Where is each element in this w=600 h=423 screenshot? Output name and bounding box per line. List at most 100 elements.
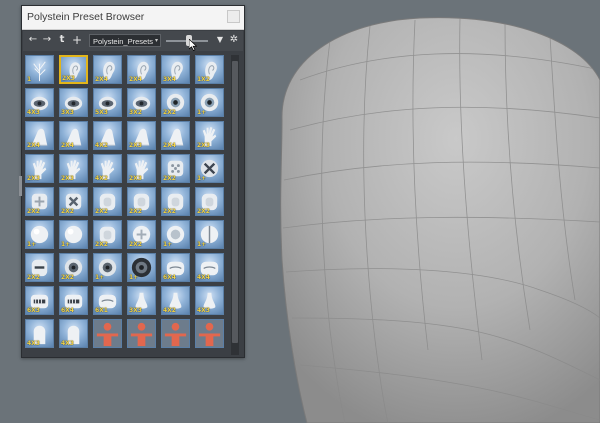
preset-tile[interactable]: 2X4: [161, 121, 190, 150]
preset-size-label: 2X3: [129, 142, 142, 149]
vertical-scrollbar[interactable]: [231, 55, 239, 355]
preset-tile[interactable]: 3X4: [161, 55, 190, 84]
preset-tile[interactable]: 1X2: [195, 55, 224, 84]
preset-tile[interactable]: 2X2: [195, 187, 224, 216]
preset-tile[interactable]: 3X2: [127, 88, 156, 117]
filter-icon[interactable]: ▼: [214, 34, 226, 46]
preset-tile[interactable]: 1+: [59, 220, 88, 249]
preset-size-label: 4X4: [197, 274, 210, 281]
preset-tile[interactable]: 5X3: [93, 88, 122, 117]
preset-tile[interactable]: 2X2: [59, 187, 88, 216]
preset-tile[interactable]: 2X2: [93, 220, 122, 249]
preset-tile[interactable]: 1+: [161, 220, 190, 249]
preset-tile[interactable]: [127, 319, 156, 348]
preset-size-label: 2X2: [163, 109, 176, 116]
preset-tile[interactable]: 4X4: [195, 253, 224, 282]
preset-size-label: 4X3: [27, 109, 40, 116]
preset-tile[interactable]: 2X4: [93, 55, 122, 84]
preset-tile[interactable]: 2X3: [195, 121, 224, 150]
preset-size-label: 4X2: [163, 307, 176, 314]
preset-size-label: 1+: [129, 274, 139, 281]
preset-tile[interactable]: 2X4: [59, 121, 88, 150]
preset-size-label: 2X2: [129, 208, 142, 215]
preset-size-label: 2X3: [129, 175, 142, 182]
preset-tile[interactable]: 6X3: [25, 286, 54, 315]
preset-size-label: 6X1: [95, 307, 108, 314]
preset-tile[interactable]: 4X3: [59, 319, 88, 348]
preset-tile[interactable]: 2X2: [25, 187, 54, 216]
preset-tile[interactable]: 4X3: [195, 286, 224, 315]
preset-size-label: 1: [27, 76, 32, 83]
preset-tile[interactable]: 1+: [93, 253, 122, 282]
preset-tile[interactable]: 2X2: [127, 220, 156, 249]
preset-tile[interactable]: 2X2: [93, 187, 122, 216]
preset-tile[interactable]: 1: [25, 55, 54, 84]
preset-size-label: 6X4: [61, 307, 74, 314]
preset-tile[interactable]: 2X3: [59, 55, 88, 84]
preset-browser-window[interactable]: Polystein Preset Browser ← → t + Polyste…: [19, 5, 245, 358]
preset-tile[interactable]: 3X3: [59, 88, 88, 117]
preset-size-label: 2X3: [62, 75, 75, 82]
preset-size-label: 2X4: [27, 142, 40, 149]
preset-size-label: 3X3: [129, 307, 142, 314]
preset-size-label: 2X2: [61, 208, 74, 215]
preset-tile[interactable]: 4X3: [25, 88, 54, 117]
settings-icon[interactable]: ✲: [228, 34, 240, 46]
parent-folder-icon[interactable]: t: [56, 34, 68, 46]
preset-tile[interactable]: 3X3: [127, 286, 156, 315]
preset-tile[interactable]: [93, 319, 122, 348]
preset-size-label: 1+: [95, 274, 105, 281]
preset-tile[interactable]: 2X3: [25, 154, 54, 183]
preset-tile[interactable]: 2X2: [25, 253, 54, 282]
preset-tile[interactable]: 6X4: [161, 253, 190, 282]
head-mesh[interactable]: [280, 17, 600, 423]
preset-tile[interactable]: 2X2: [127, 187, 156, 216]
preset-folder-value: Polystein_Presets: [93, 37, 154, 46]
preset-tile[interactable]: 2X2: [161, 187, 190, 216]
figure-icon: [128, 320, 155, 347]
panel-resize-grip[interactable]: [19, 176, 22, 196]
preset-grid: 1 2X3 2X4 2X4 3X4 1X2 4X3 3X3 5X3 3X2 2X2 1+ 2X4 2X4 4…: [25, 55, 229, 355]
preset-tile[interactable]: 2X3: [127, 121, 156, 150]
preset-size-label: 2X2: [197, 208, 210, 215]
preset-tile[interactable]: 2X4: [25, 121, 54, 150]
preset-size-label: 3X4: [163, 76, 176, 83]
preset-size-label: 2X2: [61, 274, 74, 281]
mouse-cursor-icon: [189, 39, 197, 51]
figure-icon: [162, 320, 189, 347]
preset-tile[interactable]: 1+: [25, 220, 54, 249]
preset-tile[interactable]: 1+: [195, 88, 224, 117]
preset-tile[interactable]: 4X2: [93, 121, 122, 150]
back-arrow-icon[interactable]: ←: [27, 34, 39, 46]
preset-tile[interactable]: [195, 319, 224, 348]
preset-tile[interactable]: 1+: [127, 253, 156, 282]
add-icon[interactable]: +: [71, 34, 83, 46]
preset-tile[interactable]: 6X1: [93, 286, 122, 315]
preset-tile[interactable]: 2X3: [59, 154, 88, 183]
title-bar[interactable]: Polystein Preset Browser: [22, 6, 244, 30]
preset-tile[interactable]: [161, 319, 190, 348]
forward-arrow-icon[interactable]: →: [41, 34, 53, 46]
close-button[interactable]: [227, 10, 240, 23]
preset-tile[interactable]: 2X2: [161, 88, 190, 117]
preset-size-label: 2X3: [27, 175, 40, 182]
preset-folder-dropdown[interactable]: Polystein_Presets ▾: [89, 34, 161, 47]
preset-size-label: 6X4: [163, 274, 176, 281]
preset-tile[interactable]: 6X4: [59, 286, 88, 315]
scrollbar-thumb[interactable]: [232, 61, 238, 343]
preset-size-label: 2X2: [95, 241, 108, 248]
preset-tile[interactable]: 4X2: [93, 154, 122, 183]
preset-size-label: 1+: [163, 241, 173, 248]
preset-size-label: 5X3: [95, 109, 108, 116]
chevron-down-icon: ▾: [154, 38, 158, 44]
preset-tile[interactable]: 1+: [195, 220, 224, 249]
preset-tile[interactable]: 2X4: [127, 55, 156, 84]
preset-tile[interactable]: 4X3: [25, 319, 54, 348]
preset-tile[interactable]: 2X2: [161, 154, 190, 183]
preset-tile[interactable]: 4X2: [161, 286, 190, 315]
preset-size-label: 2X3: [197, 142, 210, 149]
preset-tile[interactable]: 1+: [195, 154, 224, 183]
preset-tile[interactable]: 2X2: [59, 253, 88, 282]
preset-size-label: 1+: [27, 241, 37, 248]
preset-tile[interactable]: 2X3: [127, 154, 156, 183]
